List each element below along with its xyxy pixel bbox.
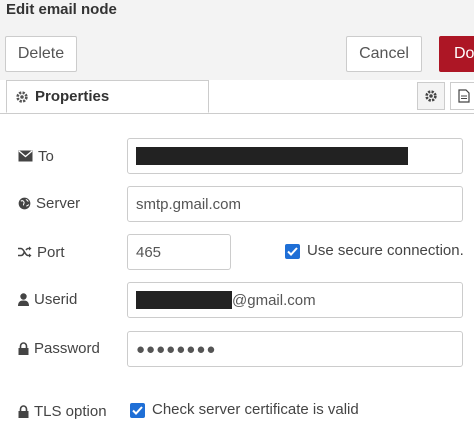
tls-option-label: TLS option	[18, 401, 107, 421]
tab-properties[interactable]: Properties	[6, 80, 209, 113]
userid-input[interactable]: @gmail.com	[127, 282, 463, 318]
dialog-header: Edit email node	[0, 0, 474, 24]
secure-connection-label: Use secure connection.	[307, 242, 464, 259]
file-text-icon	[458, 89, 470, 103]
dialog-title: Edit email node	[6, 1, 117, 18]
port-label: Port	[18, 242, 65, 262]
lock-icon	[18, 341, 29, 355]
user-icon	[18, 292, 29, 306]
tls-verify-checkbox[interactable]	[130, 403, 145, 418]
tls-verify-label: Check server certificate is valid	[152, 401, 359, 418]
userid-domain: @gmail.com	[232, 291, 316, 309]
password-label: Password	[18, 338, 100, 358]
tab-description[interactable]	[450, 82, 474, 110]
to-input[interactable]	[127, 138, 463, 174]
userid-label: Userid	[18, 289, 77, 309]
server-label: Server	[18, 193, 80, 213]
redacted-username	[136, 291, 232, 309]
shuffle-icon	[18, 246, 32, 258]
password-input[interactable]: ●●●●●●●●	[127, 331, 463, 367]
gear-icon	[425, 90, 437, 102]
to-label: To	[18, 146, 54, 166]
done-button[interactable]: Do	[439, 36, 474, 72]
redacted-email	[136, 147, 408, 165]
port-input[interactable]: 465	[127, 234, 231, 270]
tab-properties-label: Properties	[35, 88, 110, 105]
lock-icon	[18, 404, 29, 418]
delete-button[interactable]: Delete	[5, 36, 77, 72]
check-icon	[287, 247, 298, 256]
secure-connection-checkbox[interactable]	[285, 244, 300, 259]
cancel-button[interactable]: Cancel	[346, 36, 422, 72]
gear-icon	[16, 90, 28, 103]
check-icon	[132, 406, 143, 415]
envelope-icon	[18, 150, 33, 162]
server-input[interactable]: smtp.gmail.com	[127, 186, 463, 222]
globe-icon	[18, 197, 31, 209]
tab-settings[interactable]	[417, 82, 445, 110]
